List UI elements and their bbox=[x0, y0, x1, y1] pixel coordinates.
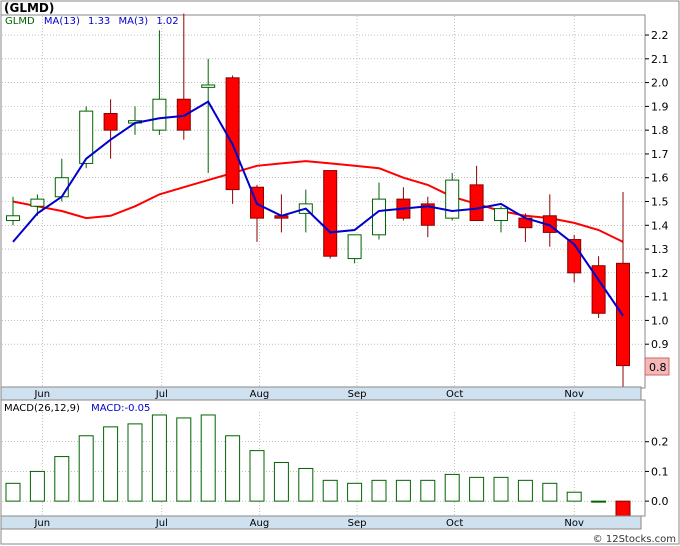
macd-y-tick-label: 0.2 bbox=[651, 436, 669, 449]
price-y-tick-label: 1.5 bbox=[651, 196, 669, 209]
macd-bar bbox=[176, 417, 192, 502]
macd-bar bbox=[54, 456, 70, 502]
candle-body bbox=[469, 184, 484, 222]
price-y-tick-label: 1.6 bbox=[651, 172, 669, 185]
price-y-tick-label: 1.0 bbox=[651, 314, 669, 327]
price-x-axis-band bbox=[0, 386, 642, 401]
candle-body bbox=[445, 179, 460, 219]
macd-bar bbox=[444, 473, 460, 502]
macd-bar bbox=[200, 414, 216, 502]
macd-bar bbox=[225, 435, 241, 502]
candle-body bbox=[176, 98, 191, 131]
price-y-tick-label: 1.9 bbox=[651, 100, 669, 113]
price-y-tick-label: 2.1 bbox=[651, 53, 669, 66]
candle-body bbox=[323, 170, 338, 257]
price-x-tick-label: Nov bbox=[564, 389, 584, 400]
macd-bar bbox=[5, 482, 21, 502]
price-y-tick-label: 2.2 bbox=[651, 29, 669, 42]
macd-bar bbox=[493, 476, 509, 502]
macd-x-tick-label: Aug bbox=[250, 518, 270, 529]
price-y-tick-label: 0.9 bbox=[651, 338, 669, 351]
macd-bar bbox=[371, 479, 387, 502]
candle-body bbox=[372, 198, 386, 236]
candle-body bbox=[347, 234, 362, 260]
macd-bar bbox=[103, 426, 119, 502]
macd-bar bbox=[517, 479, 533, 502]
macd-bar bbox=[542, 482, 558, 502]
candle-body bbox=[103, 113, 118, 131]
price-y-tick-label: 1.2 bbox=[651, 267, 669, 280]
macd-bar bbox=[347, 482, 363, 502]
price-y-tick-label: 1.8 bbox=[651, 124, 669, 137]
last-price-label: 0.8 bbox=[649, 361, 667, 374]
macd-bar bbox=[273, 462, 289, 502]
macd-bar bbox=[322, 479, 338, 502]
price-y-tick-label: 1.3 bbox=[651, 243, 669, 256]
price-x-tick-label: Sep bbox=[348, 389, 367, 400]
macd-legend: MACD(26,12,9) MACD:-0.05 bbox=[4, 403, 150, 414]
candle-body bbox=[54, 177, 69, 198]
macd-x-tick-label: Jun bbox=[33, 518, 50, 529]
macd-x-tick-label: Jul bbox=[155, 518, 168, 529]
price-x-tick-label: Jun bbox=[33, 389, 50, 400]
macd-bar bbox=[249, 450, 265, 502]
macd-bar bbox=[151, 414, 167, 502]
legend-ma13-value: 1.33 bbox=[88, 16, 110, 27]
macd-bar bbox=[298, 467, 314, 502]
candle-body bbox=[30, 198, 45, 207]
candle-body bbox=[6, 215, 20, 222]
legend-ma3-label: MA(3) bbox=[118, 16, 148, 27]
candle-body bbox=[494, 208, 508, 222]
stock-chart: (GLMD) 2.2 2.1 2.0 1.9 1.8 1.7 1.6 1.5 1.4 1.3 1.2… bbox=[0, 0, 680, 545]
macd-bar bbox=[78, 435, 94, 502]
macd-bar bbox=[469, 476, 485, 502]
macd-y-tick-label: 0.0 bbox=[651, 495, 669, 508]
macd-bar bbox=[615, 500, 631, 517]
legend-ticker: GLMD bbox=[5, 16, 35, 27]
macd-x-tick-label: Oct bbox=[446, 518, 463, 529]
macd-bar bbox=[420, 479, 436, 502]
price-y-tick-label: 2.0 bbox=[651, 77, 669, 90]
candle-body bbox=[152, 98, 167, 131]
macd-bar bbox=[127, 423, 143, 502]
price-x-tick-label: Oct bbox=[446, 389, 463, 400]
macd-bar bbox=[566, 491, 582, 502]
legend-ma3-value: 1.02 bbox=[156, 16, 178, 27]
macd-x-tick-label: Nov bbox=[564, 518, 584, 529]
macd-bar bbox=[395, 479, 411, 502]
macd-bar bbox=[591, 500, 607, 503]
chart-title: (GLMD) bbox=[4, 1, 54, 15]
price-x-tick-label: Jul bbox=[155, 389, 168, 400]
price-y-tick-label: 1.4 bbox=[651, 219, 669, 232]
watermark: © 12Stocks.com bbox=[593, 534, 676, 545]
macd-x-axis-band bbox=[0, 515, 642, 530]
macd-bar bbox=[29, 470, 45, 502]
macd-legend-value: MACD:-0.05 bbox=[91, 403, 150, 414]
macd-x-tick-label: Sep bbox=[348, 518, 367, 529]
price-y-tick-label: 1.7 bbox=[651, 148, 669, 161]
legend-ma13-label: MA(13) bbox=[44, 16, 80, 27]
price-x-tick-label: Aug bbox=[250, 389, 270, 400]
candle-body bbox=[225, 77, 240, 191]
macd-y-tick-label: 0.1 bbox=[651, 465, 669, 478]
price-y-tick-label: 1.1 bbox=[651, 291, 669, 304]
candle-body bbox=[201, 84, 216, 88]
